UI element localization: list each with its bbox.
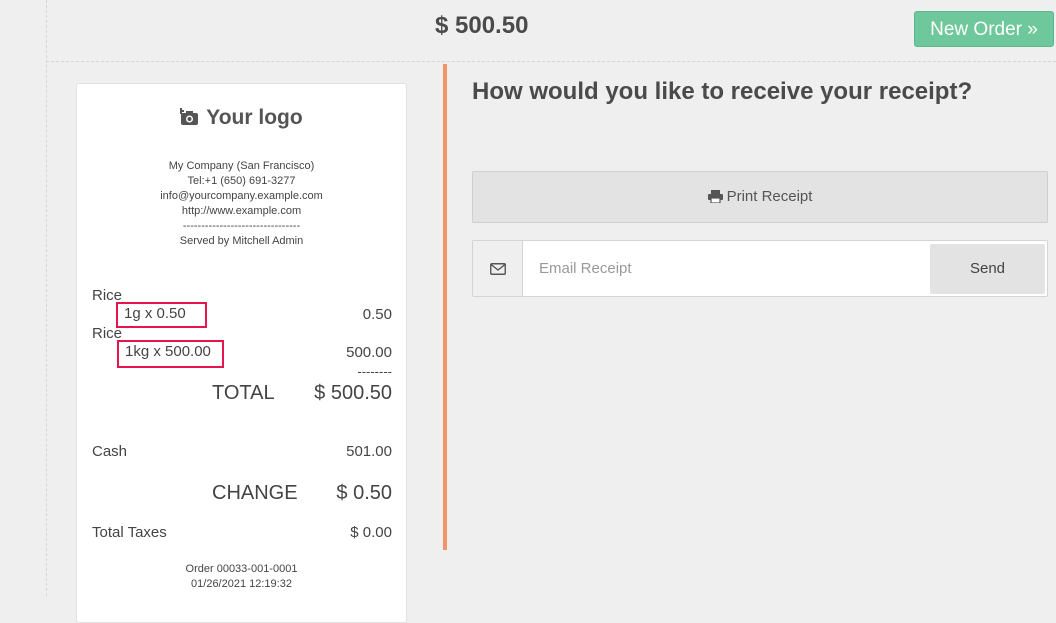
header-separator: -------------------------------- [182, 220, 301, 232]
envelope-icon [489, 262, 506, 275]
receipt-question-title: How would you like to receive your recei… [472, 78, 973, 105]
change-amount: $ 0.50 [336, 482, 392, 504]
order-line-qty: 1g x 0.50 [116, 302, 207, 328]
email-receipt-input[interactable] [523, 241, 929, 296]
print-receipt-label: Print Receipt [726, 188, 813, 205]
logo-text: Your logo [206, 106, 303, 129]
top-dashed-divider [46, 61, 1056, 62]
email-receipt-group: Send [472, 240, 1048, 297]
total-separator: -------- [357, 364, 392, 379]
company-website: http://www.example.com [181, 205, 302, 217]
left-dashed-divider [46, 0, 47, 596]
order-total-display: $ 500.50 [435, 12, 529, 39]
new-order-button[interactable]: New Order » [914, 11, 1054, 47]
taxes-label: Total Taxes [92, 524, 167, 541]
total-amount: $ 500.50 [314, 382, 392, 404]
receipt-preview: Your logo My Company (San Francisco) Tel… [76, 83, 407, 623]
order-line-amount: 0.50 [362, 306, 392, 323]
total-label: TOTAL [212, 382, 275, 404]
order-reference: Order 00033-001-0001 [185, 563, 298, 575]
order-date: 01/26/2021 12:19:32 [191, 578, 292, 590]
payment-amount: 501.00 [346, 443, 392, 460]
served-by: Served by Mitchell Admin [179, 235, 304, 247]
change-label: CHANGE [212, 482, 298, 504]
order-line-qty: 1kg x 500.00 [117, 340, 224, 368]
accent-bar [443, 64, 447, 550]
order-footer: Order 00033-001-0001 01/26/2021 12:19:32 [77, 562, 406, 592]
double-chevron-right-icon: » [1027, 19, 1038, 40]
taxes-amount: $ 0.00 [350, 524, 392, 541]
camera-icon [178, 108, 200, 132]
company-info: My Company (San Francisco) Tel:+1 (650) … [77, 159, 406, 249]
new-order-label: New Order [930, 19, 1022, 40]
printer-icon [707, 190, 723, 204]
order-line-amount: 500.00 [346, 344, 392, 361]
send-email-button[interactable]: Send [930, 244, 1045, 294]
payment-method: Cash [92, 443, 128, 460]
print-receipt-button[interactable]: Print Receipt [472, 171, 1048, 223]
company-email: info@yourcompany.example.com [160, 190, 323, 202]
company-phone: Tel:+1 (650) 691-3277 [187, 175, 296, 187]
company-logo: Your logo [77, 106, 406, 132]
email-icon-addon [473, 241, 523, 296]
company-name: My Company (San Francisco) [168, 160, 315, 172]
